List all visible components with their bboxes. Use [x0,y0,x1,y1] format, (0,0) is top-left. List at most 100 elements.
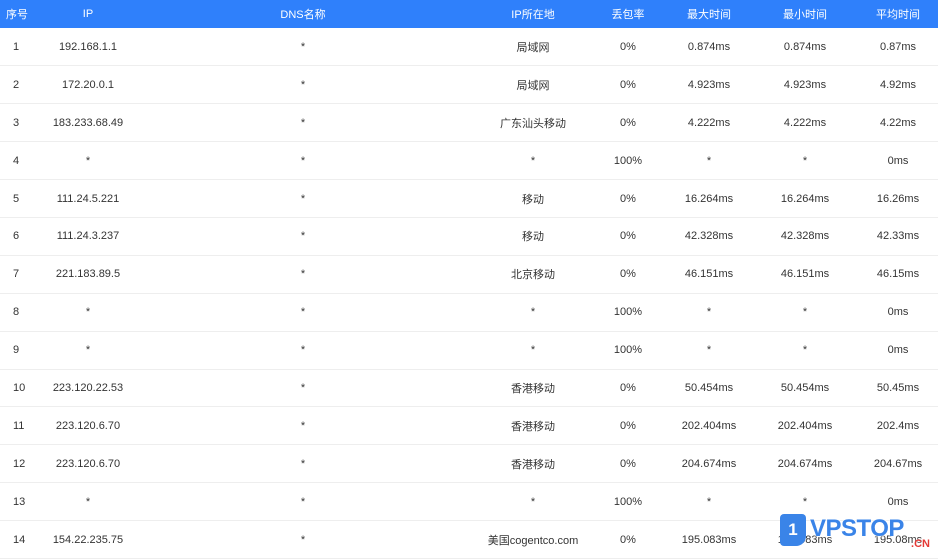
traceroute-table: 序号 IP DNS名称 IP所在地 丢包率 最大时间 最小时间 平均时间 1 19… [0,0,938,559]
cell-loss: 0% [590,255,666,294]
cell-ip: 223.120.6.70 [46,406,130,446]
cell-ip: 172.20.0.1 [46,65,130,105]
cell-ip: 192.168.1.1 [46,28,130,67]
header-row: 序号 IP DNS名称 IP所在地 丢包率 最大时间 最小时间 平均时间 [0,0,938,28]
cell-dns: * [130,255,476,294]
cell-location: 美国cogentco.com [476,520,590,559]
column-header-max-time: 最大时间 [687,9,731,21]
cell-min-time: 42.328ms [752,217,858,256]
cell-avg-time: 0ms [858,141,938,181]
cell-min-time: * [752,293,858,332]
cell-ip: 223.120.6.70 [46,444,130,484]
cell-location: 香港移动 [476,406,590,446]
cell-max-time: * [666,141,752,181]
watermark-suffix: .CN [911,538,930,550]
cell-dns: * [130,520,476,559]
cell-min-time: 4.923ms [752,65,858,105]
cell-max-time: 46.151ms [666,255,752,294]
cell-loss: 0% [590,444,666,484]
cell-index: 14 [0,520,46,559]
cell-dns: * [130,217,476,256]
cell-index: 2 [0,65,46,105]
vpstop-watermark: 1 VPSTOP .CN [780,514,932,550]
cell-location: 移动 [476,217,590,256]
cell-loss: 100% [590,482,666,522]
cell-ip: * [46,141,130,181]
cell-location: 香港移动 [476,444,590,484]
cell-avg-time: 46.15ms [858,255,938,294]
column-header-loss: 丢包率 [611,9,645,21]
cell-dns: * [130,293,476,332]
cell-avg-time: 0ms [858,293,938,332]
cell-location: * [476,293,590,332]
cell-avg-time: 42.33ms [858,217,938,256]
cell-location: 局域网 [476,28,590,67]
table-row: 12 223.120.6.70 * 香港移动 0% 204.674ms 204.674ms 2… [0,444,938,484]
cell-ip: * [46,293,130,332]
cell-index: 4 [0,141,46,181]
cell-ip: 221.183.89.5 [46,255,130,294]
cell-dns: * [130,482,476,522]
cell-avg-time: 4.22ms [858,103,938,143]
table-row: 9 * * * 100% * * 0ms [0,331,938,370]
cell-dns: * [130,179,476,218]
cell-location: 北京移动 [476,255,590,294]
cell-loss: 100% [590,141,666,181]
cell-location: 移动 [476,179,590,218]
cell-avg-time: 50.45ms [858,369,938,408]
cell-avg-time: 202.4ms [858,406,938,446]
cell-index: 5 [0,179,46,218]
cell-index: 1 [0,28,46,67]
column-header-avg-time: 平均时间 [876,9,920,21]
column-header-index: 序号 [6,9,28,21]
cell-ip: 111.24.5.221 [46,179,130,218]
cell-avg-time: 16.26ms [858,179,938,218]
table-row: 3 183.233.68.49 * 广东汕头移动 0% 4.222ms 4.222ms 4.2… [0,103,938,143]
cell-loss: 0% [590,179,666,218]
table-row: 2 172.20.0.1 * 局域网 0% 4.923ms 4.923ms 4.92ms [0,65,938,105]
cell-min-time: 202.404ms [752,406,858,446]
cell-avg-time: 0.87ms [858,28,938,67]
cell-max-time: 204.674ms [666,444,752,484]
cell-index: 13 [0,482,46,522]
cell-dns: * [130,444,476,484]
cell-max-time: 42.328ms [666,217,752,256]
cell-loss: 0% [590,369,666,408]
cell-loss: 0% [590,65,666,105]
watermark-brand: VPSTOP [810,515,904,542]
table-row: 5 111.24.5.221 * 移动 0% 16.264ms 16.264ms 16.26m… [0,179,938,218]
cell-max-time: 4.222ms [666,103,752,143]
cell-loss: 0% [590,217,666,256]
cell-avg-time: 4.92ms [858,65,938,105]
cell-max-time: * [666,331,752,370]
cell-index: 3 [0,103,46,143]
column-header-location: IP所在地 [511,9,555,21]
cell-index: 11 [0,406,46,446]
column-header-dns: DNS名称 [280,9,326,21]
cell-ip: * [46,331,130,370]
cell-loss: 100% [590,331,666,370]
cell-max-time: 4.923ms [666,65,752,105]
column-header-ip: IP [82,8,94,20]
cell-dns: * [130,65,476,105]
cell-location: 局域网 [476,65,590,105]
cell-min-time: * [752,331,858,370]
watermark-badge-icon: 1 [780,514,806,546]
cell-ip: 223.120.22.53 [46,369,130,408]
cell-min-time: 50.454ms [752,369,858,408]
column-header-min-time: 最小时间 [783,9,827,21]
cell-min-time: 46.151ms [752,255,858,294]
cell-ip: 183.233.68.49 [46,103,130,143]
cell-ip: 154.22.235.75 [46,520,130,559]
cell-loss: 0% [590,28,666,67]
cell-ip: * [46,482,130,522]
cell-dns: * [130,103,476,143]
cell-avg-time: 0ms [858,331,938,370]
cell-dns: * [130,406,476,446]
table-row: 11 223.120.6.70 * 香港移动 0% 202.404ms 202.404ms 2… [0,406,938,446]
table-row: 7 221.183.89.5 * 北京移动 0% 46.151ms 46.151ms 46.1… [0,255,938,294]
cell-max-time: 50.454ms [666,369,752,408]
cell-loss: 0% [590,103,666,143]
cell-max-time: * [666,293,752,332]
cell-location: 广东汕头移动 [476,103,590,143]
